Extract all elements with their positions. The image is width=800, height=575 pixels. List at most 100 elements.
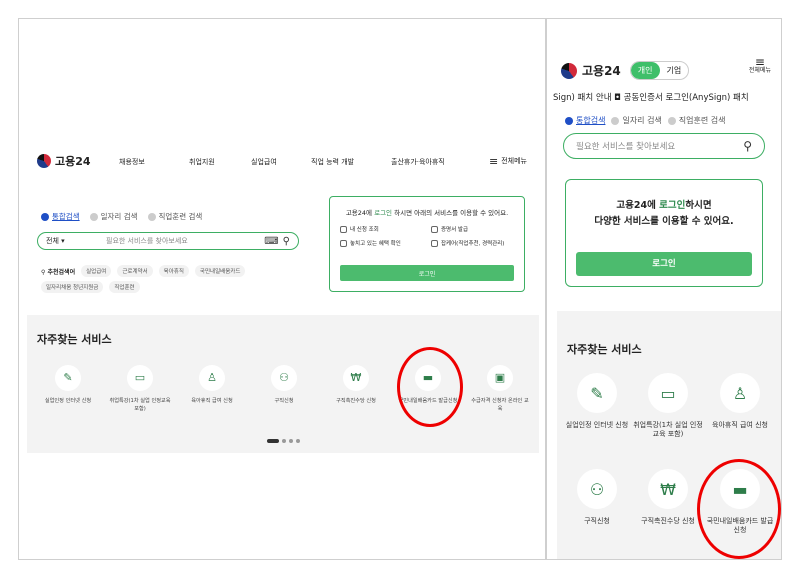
scope-value: 전체 xyxy=(46,237,59,245)
service-job-lecture[interactable]: ▭ 취업특강(1차 실업 인정교육 포함) xyxy=(633,373,703,439)
service-label: 실업인정 인터넷 신청 xyxy=(44,398,92,404)
menu-all-label: 전체메뉴 xyxy=(748,67,771,74)
tab-label: 직업훈련 검색 xyxy=(158,212,203,221)
keyword-chip[interactable]: 실업급여 xyxy=(81,265,112,277)
monitor-icon: ▣ xyxy=(487,365,513,391)
pager-dot[interactable] xyxy=(289,439,293,443)
keyword-chip[interactable]: 일자리채움 청년지원금 xyxy=(41,281,104,293)
service-unemployment-recognition[interactable]: ✎ 실업인정 인터넷 신청 xyxy=(37,365,99,405)
service-parental-leave-benefit[interactable]: ♙ 육아휴직 급여 신청 xyxy=(705,373,775,430)
service-label: 구직촉진수당 신청 xyxy=(336,398,376,404)
service-label: 실업인정 인터넷 신청 xyxy=(565,421,629,429)
brand-name: 고용24 xyxy=(55,155,91,168)
carousel-pager[interactable] xyxy=(267,439,300,443)
login-prompt-post: 하시면 xyxy=(685,200,712,211)
tab-business[interactable]: 기업 xyxy=(660,62,689,79)
radio-off-icon xyxy=(611,116,620,125)
benefit-label: 증명서 발급 xyxy=(441,227,469,233)
document-icon xyxy=(340,225,347,233)
search-icon[interactable]: ⚲ xyxy=(743,139,752,153)
keyboard-icon[interactable]: ⌨ xyxy=(264,236,278,247)
service-unemployment-recognition[interactable]: ✎ 실업인정 인터넷 신청 xyxy=(562,373,632,430)
service-label: 취업특강(1차 실업 인정교육 포함) xyxy=(109,398,171,412)
taegeuk-logo-icon xyxy=(37,154,51,168)
nav-item-jobs[interactable]: 채용정보 xyxy=(119,157,145,167)
login-prompt-pre: 고용24에 xyxy=(616,200,660,211)
presentation-board-icon: ▭ xyxy=(648,373,688,413)
radio-off-icon xyxy=(89,212,98,221)
benefit-missed-benefits[interactable]: 놓치고 있는 혜택 확인 xyxy=(340,239,423,247)
service-job-promotion-allowance[interactable]: ₩ 구직촉진수당 신청 xyxy=(325,365,387,405)
taegeuk-logo-icon xyxy=(561,62,577,79)
highlight-annotation xyxy=(397,347,463,427)
section-title: 자주찾는 서비스 xyxy=(37,333,112,346)
login-prompt-post: 하시면 아래의 서비스를 이용할 수 있어요. xyxy=(392,209,509,217)
baby-bottle-icon: ♙ xyxy=(199,365,225,391)
form-edit-icon: ✎ xyxy=(55,365,81,391)
benefit-my-applications[interactable]: 내 신청 조회 xyxy=(340,225,423,233)
desktop-screenshot: 고용24 채용정보 취업지원 실업급여 직업 능력 개발 출산휴가·육아휴직 ≡… xyxy=(18,18,546,560)
nav-item-parental-leave[interactable]: 출산휴가·육아휴직 xyxy=(391,157,445,167)
search-input[interactable]: 필요한 서비스를 찾아보세요 xyxy=(576,140,675,152)
service-label: 구직촉진수당 신청 xyxy=(641,517,695,525)
tab-personal[interactable]: 개인 xyxy=(630,62,660,79)
search-icon[interactable]: ⚲ xyxy=(283,236,290,247)
menu-all-button[interactable]: ≡ 전체메뉴 xyxy=(748,55,771,74)
benefit-label: 놓치고 있는 혜택 확인 xyxy=(350,241,401,247)
keyword-chip[interactable]: 국민내일배움카드 xyxy=(194,265,246,277)
tab-job-search[interactable]: 일자리 검색 xyxy=(611,115,662,126)
keyword-chip[interactable]: 육아휴직 xyxy=(158,265,189,277)
search-scope-select[interactable]: 전체 ▾ xyxy=(46,236,106,246)
service-job-seeking[interactable]: ⚇ 구직신청 xyxy=(253,365,315,405)
pager-dot[interactable] xyxy=(296,439,300,443)
tab-training-search[interactable]: 직업훈련 검색 xyxy=(147,211,203,222)
section-title: 자주찾는 서비스 xyxy=(567,343,642,356)
search-bar: 전체 ▾ 필요한 서비스를 찾아보세요 ⌨ ⚲ xyxy=(37,232,299,250)
mobile-header: 고용24 개인 기업 xyxy=(561,61,690,80)
pager-dot[interactable] xyxy=(282,439,286,443)
nav-item-unemployment-benefit[interactable]: 실업급여 xyxy=(251,157,277,167)
money-bag-icon: ₩ xyxy=(648,469,688,509)
radio-off-icon xyxy=(667,116,676,125)
tab-integrated-search[interactable]: 통합검색 xyxy=(41,211,80,222)
service-label: 구직신청 xyxy=(274,398,294,404)
pager-dot-active[interactable] xyxy=(267,439,279,443)
service-label: 육아휴직 급여 신청 xyxy=(191,398,233,404)
service-label: 취업특강(1차 실업 인정교육 포함) xyxy=(633,421,703,438)
presentation-board-icon: ▭ xyxy=(127,365,153,391)
tab-training-search[interactable]: 직업훈련 검색 xyxy=(667,115,726,126)
benefit-jobcare[interactable]: 잡케어(직업추천, 경력관리) xyxy=(431,239,514,247)
login-prompt-pre: 고용24에 xyxy=(345,209,375,217)
login-box: 고용24에 로그인하시면 다양한 서비스를 이용할 수 있어요. 로그인 xyxy=(565,179,763,287)
hamburger-icon: ≡ xyxy=(754,55,765,69)
service-online-education[interactable]: ▣ 수급자격 신청자 온라인 교육 xyxy=(469,365,531,413)
jobcare-icon xyxy=(431,239,438,247)
tab-label: 일자리 검색 xyxy=(100,212,138,221)
tab-label: 직업훈련 검색 xyxy=(678,116,726,125)
checklist-icon xyxy=(340,239,347,247)
nav-item-employment-support[interactable]: 취업지원 xyxy=(189,157,215,167)
search-input[interactable]: 필요한 서비스를 찾아보세요 xyxy=(106,236,260,246)
login-link[interactable]: 로그인 xyxy=(659,200,685,211)
service-job-lecture[interactable]: ▭ 취업특강(1차 실업 인정교육 포함) xyxy=(109,365,171,413)
keyword-chip[interactable]: 근로계약서 xyxy=(117,265,153,277)
search-bar[interactable]: 필요한 서비스를 찾아보세요 ⚲ xyxy=(563,133,765,159)
tab-job-search[interactable]: 일자리 검색 xyxy=(89,211,138,222)
service-job-seeking[interactable]: ⚇ 구직신청 xyxy=(562,469,632,526)
login-box: 고용24에 로그인 하시면 아래의 서비스를 이용할 수 있어요. 내 신청 조… xyxy=(329,196,525,292)
login-link[interactable]: 로그인 xyxy=(374,209,392,217)
notice-ticker[interactable]: Sign) 패치 안내 ◘ 공동인증서 로그인(AnySign) 패치 xyxy=(553,91,749,103)
nav-item-vocational-training[interactable]: 직업 능력 개발 xyxy=(311,157,354,167)
service-job-promotion-allowance[interactable]: ₩ 구직촉진수당 신청 xyxy=(633,469,703,526)
login-button[interactable]: 로그인 xyxy=(340,265,514,281)
login-prompt-line1: 고용24에 로그인하시면 xyxy=(566,198,762,214)
brand-name[interactable]: 고용24 xyxy=(582,62,621,79)
login-button[interactable]: 로그인 xyxy=(576,252,752,276)
mobile-screenshot: 고용24 개인 기업 ≡ 전체메뉴 Sign) 패치 안내 ◘ 공동인증서 로그… xyxy=(546,18,782,560)
tab-integrated-search[interactable]: 통합검색 xyxy=(565,115,605,126)
service-parental-leave-benefit[interactable]: ♙ 육아휴직 급여 신청 xyxy=(181,365,243,405)
menu-all-button[interactable]: ≡ 전체메뉴 xyxy=(489,156,527,167)
benefit-certificate[interactable]: 증명서 발급 xyxy=(431,225,514,233)
logo[interactable]: 고용24 xyxy=(37,153,91,169)
keyword-chip[interactable]: 직업훈련 xyxy=(109,281,140,293)
